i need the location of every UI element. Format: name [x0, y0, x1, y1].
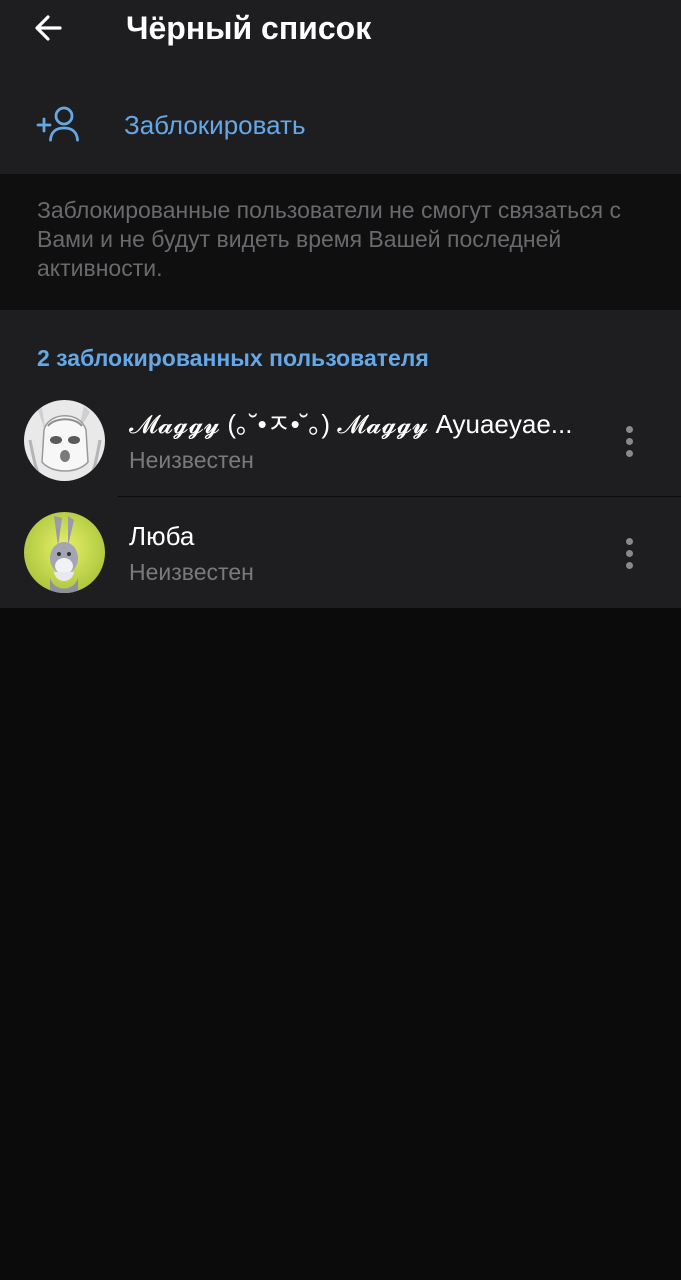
- more-vert-icon: [625, 537, 633, 545]
- info-section: Заблокированные пользователи не смогут с…: [0, 174, 681, 310]
- page-title: Чёрный список: [126, 10, 372, 46]
- arrow-left-icon: [35, 15, 62, 41]
- blocked-user-row[interactable]: 𝓜𝓪𝓰𝓰𝔂 (｡˘•ㅈ•˘｡) 𝓜𝓪𝓰𝓰𝔂 Ayuaeyae... Неизве…: [0, 385, 681, 497]
- avatar: [24, 400, 105, 481]
- app-bar: Чёрный список: [0, 0, 681, 76]
- add-user-icon: [36, 106, 79, 142]
- info-text: Заблокированные пользователи не смогут с…: [37, 197, 621, 281]
- avatar: [24, 512, 105, 593]
- block-user-button[interactable]: Заблокировать: [0, 76, 681, 174]
- section-header: 2 заблокированных пользователя: [37, 345, 429, 371]
- user-name: 𝓜𝓪𝓰𝓰𝔂 (｡˘•ㅈ•˘｡) 𝓜𝓪𝓰𝓰𝔂 Ayuaeyae...: [129, 409, 573, 439]
- more-vert-icon: [625, 425, 633, 433]
- user-name: Люба: [129, 521, 195, 551]
- block-user-label: Заблокировать: [124, 110, 306, 140]
- blacklist-screen: Чёрный список Заблокировать Заблокирован…: [0, 0, 681, 1280]
- back-button[interactable]: [22, 6, 74, 50]
- more-options-button[interactable]: [612, 531, 646, 575]
- blocked-user-row[interactable]: Люба Неизвестен: [0, 497, 681, 609]
- more-options-button[interactable]: [612, 419, 646, 463]
- user-status: Неизвестен: [129, 447, 254, 473]
- blocked-users-list: 2 заблокированных пользователя 𝓜𝓪𝓰𝓰𝔂 (｡˘…: [0, 310, 681, 608]
- user-status: Неизвестен: [129, 559, 254, 585]
